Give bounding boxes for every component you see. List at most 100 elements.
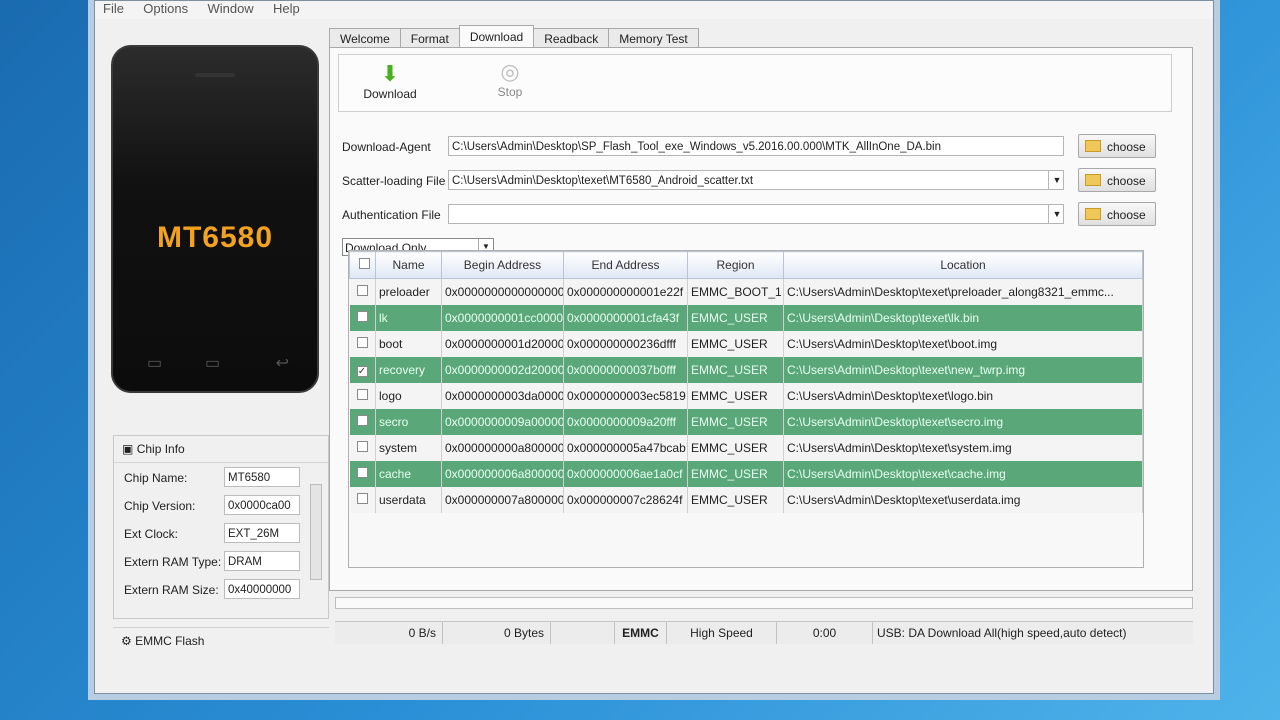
row-checkbox-cell[interactable] — [349, 461, 376, 487]
status-blank — [551, 622, 615, 644]
table-row[interactable]: secro 0x0000000009a00000 0x0000000009a20ff… — [349, 409, 1143, 435]
header-end-address[interactable]: End Address — [563, 251, 688, 279]
row-checkbox[interactable] — [356, 493, 368, 504]
row-checkbox-cell[interactable] — [349, 331, 376, 357]
chevron-down-icon[interactable]: ▼ — [1048, 170, 1065, 190]
table-row[interactable]: logo 0x0000000003da0000 0x0000000003ec5819… — [349, 383, 1143, 409]
begin-address-cell: 0x0000000000000000 — [441, 278, 564, 305]
table-row[interactable]: lk 0x0000000001cc0000 0x0000000001cfa43f EM… — [349, 305, 1143, 331]
begin-address-cell: 0x000000007a800000 — [441, 487, 564, 513]
location-cell[interactable]: C:\Users\Admin\Desktop\texet\boot.img — [783, 331, 1143, 357]
row-checkbox-cell[interactable] — [349, 409, 376, 435]
location-cell[interactable]: C:\Users\Admin\Desktop\texet\userdata.im… — [783, 487, 1143, 513]
begin-address-cell: 0x0000000002d20000 — [441, 357, 564, 383]
status-bytes: 0 Bytes — [443, 622, 551, 644]
chip-name-value: MT6580 — [224, 467, 300, 487]
region-cell: EMMC_USER — [687, 487, 784, 513]
location-cell[interactable]: C:\Users\Admin\Desktop\texet\preloader_a… — [783, 278, 1143, 305]
auth-file-input[interactable] — [448, 204, 1064, 224]
menu-file[interactable]: File — [95, 1, 132, 17]
gear-icon: ⚙ — [121, 634, 132, 648]
table-row[interactable]: ✓ recovery 0x0000000002d20000 0x00000000037… — [349, 357, 1143, 383]
download-arrow-icon: ⬇ — [380, 61, 400, 86]
row-checkbox[interactable] — [356, 441, 368, 452]
location-cell[interactable]: C:\Users\Admin\Desktop\texet\lk.bin — [783, 305, 1143, 331]
menu-window[interactable]: Window — [199, 1, 261, 17]
region-cell: EMMC_USER — [687, 331, 784, 357]
download-label: Download — [363, 87, 417, 101]
tab-bar: Welcome Format Download Readback Memory Test — [329, 25, 699, 49]
row-checkbox-cell[interactable] — [349, 305, 376, 331]
menu-key-icon: ▭ — [147, 355, 163, 372]
scrollbar-thumb[interactable] — [310, 484, 322, 580]
location-cell[interactable]: C:\Users\Admin\Desktop\texet\cache.img — [783, 461, 1143, 487]
chip-info-title: Chip Info — [136, 442, 185, 456]
scatter-file-input[interactable]: C:\Users\Admin\Desktop\texet\MT6580_Andr… — [448, 170, 1064, 190]
location-cell[interactable]: C:\Users\Admin\Desktop\texet\logo.bin — [783, 383, 1143, 409]
row-checkbox-cell[interactable] — [349, 278, 376, 305]
choose-scatter-button[interactable]: choose — [1078, 168, 1156, 192]
row-checkbox-cell[interactable]: ✓ — [349, 357, 376, 383]
choose-auth-button[interactable]: choose — [1078, 202, 1156, 226]
chip-row: Chip Name: MT6580 — [114, 463, 328, 491]
row-checkbox-cell[interactable] — [349, 487, 376, 513]
table-row[interactable]: system 0x000000000a800000 0x000000005a47bc… — [349, 435, 1143, 461]
row-checkbox[interactable] — [356, 311, 368, 322]
download-agent-input[interactable]: C:\Users\Admin\Desktop\SP_Flash_Tool_exe… — [448, 136, 1064, 156]
folder-icon — [1085, 140, 1101, 152]
table-row[interactable]: boot 0x0000000001d20000 0x000000000236dfff… — [349, 331, 1143, 357]
header-select-all[interactable] — [349, 251, 376, 279]
end-address-cell: 0x00000000037b0fff — [563, 357, 688, 383]
row-checkbox[interactable] — [356, 467, 368, 478]
begin-address-cell: 0x000000006a800000 — [441, 461, 564, 487]
header-begin-address[interactable]: Begin Address — [441, 251, 564, 279]
status-mode: High Speed — [667, 622, 777, 644]
end-address-cell: 0x000000006ae1a0cf — [563, 461, 688, 487]
location-cell[interactable]: C:\Users\Admin\Desktop\texet\system.img — [783, 435, 1143, 461]
table-row[interactable]: preloader 0x0000000000000000 0x00000000000… — [349, 278, 1143, 305]
row-checkbox-cell[interactable] — [349, 435, 376, 461]
chevron-down-icon[interactable]: ▼ — [1048, 204, 1065, 224]
download-button[interactable]: ⬇ Download — [355, 61, 425, 101]
scatter-file-label: Scatter-loading File — [342, 174, 446, 188]
row-checkbox-cell[interactable] — [349, 383, 376, 409]
download-agent-row: Download-Agent C:\Users\Admin\Desktop\SP… — [342, 134, 1162, 160]
table-row[interactable]: cache 0x000000006a800000 0x000000006ae1a0c… — [349, 461, 1143, 487]
tab-readback[interactable]: Readback — [533, 28, 610, 49]
partition-name-cell: recovery — [375, 357, 442, 383]
toolbar: ⬇ Download ◎ Stop — [338, 54, 1172, 112]
emmc-flash-section[interactable]: ⚙ EMMC Flash — [113, 627, 329, 653]
chip-info-scrollbar[interactable] — [310, 470, 322, 608]
chip-info-header: ▣ Chip Info — [114, 436, 328, 463]
status-usb: USB: DA Download All(high speed,auto det… — [877, 626, 1127, 640]
chip-version-value: 0x0000ca00 — [224, 495, 300, 515]
header-name[interactable]: Name — [375, 251, 442, 279]
stop-button[interactable]: ◎ Stop — [475, 59, 545, 99]
choose-agent-button[interactable]: choose — [1078, 134, 1156, 158]
row-checkbox[interactable] — [356, 285, 368, 296]
tab-download[interactable]: Download — [458, 25, 535, 49]
table-row[interactable]: userdata 0x000000007a800000 0x000000007c28… — [349, 487, 1143, 513]
location-cell[interactable]: C:\Users\Admin\Desktop\texet\new_twrp.im… — [783, 357, 1143, 383]
select-all-checkbox[interactable] — [359, 258, 370, 269]
partition-name-cell: preloader — [375, 278, 442, 305]
row-checkbox[interactable] — [356, 389, 368, 400]
tab-format[interactable]: Format — [399, 28, 460, 49]
tab-welcome[interactable]: Welcome — [329, 28, 401, 49]
row-checkbox[interactable]: ✓ — [356, 366, 368, 377]
menu-options[interactable]: Options — [135, 1, 196, 17]
end-address-cell: 0x0000000003ec5819 — [563, 383, 688, 409]
partition-name-cell: userdata — [375, 487, 442, 513]
menu-help[interactable]: Help — [265, 1, 308, 17]
row-checkbox[interactable] — [356, 415, 368, 426]
chip-row: Extern RAM Type: DRAM — [114, 547, 328, 575]
header-region[interactable]: Region — [687, 251, 784, 279]
region-cell: EMMC_USER — [687, 461, 784, 487]
header-location[interactable]: Location — [783, 251, 1143, 279]
begin-address-cell: 0x0000000001d20000 — [441, 331, 564, 357]
tab-memory-test[interactable]: Memory Test — [608, 28, 699, 49]
row-checkbox[interactable] — [356, 337, 368, 348]
ram-type-label: Extern RAM Type: — [124, 555, 222, 569]
begin-address-cell: 0x0000000001cc0000 — [441, 305, 564, 331]
location-cell[interactable]: C:\Users\Admin\Desktop\texet\secro.img — [783, 409, 1143, 435]
